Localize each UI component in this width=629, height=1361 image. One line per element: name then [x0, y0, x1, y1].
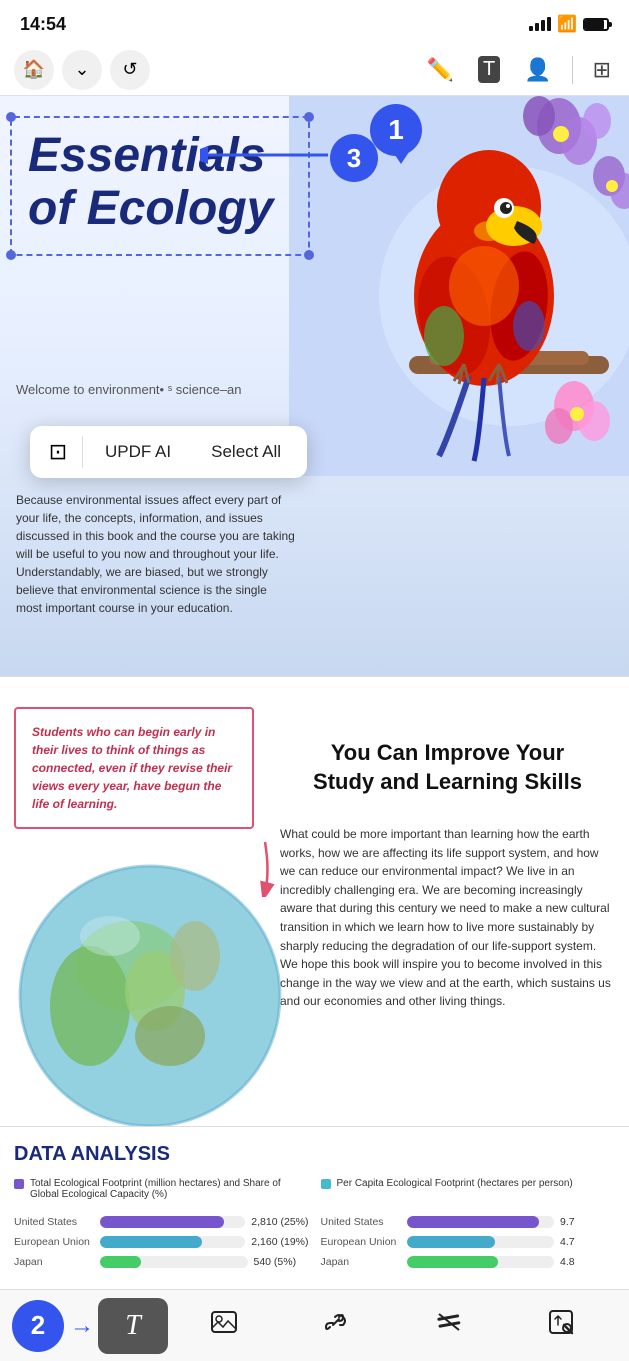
- table-row: Japan 540 (5%): [14, 1256, 309, 1268]
- page-ecology: Essentials of Ecology 3 Welcome to envir…: [0, 96, 629, 676]
- data-col-2: Per Capita Ecological Footprint (hectare…: [321, 1178, 616, 1276]
- select-tool-button[interactable]: [505, 1298, 617, 1354]
- markup-tool-icon: [435, 1308, 463, 1343]
- data-col-1: Total Ecological Footprint (million hect…: [14, 1178, 309, 1276]
- learning-body-text: What could be more important than learni…: [280, 825, 615, 1011]
- data-analysis-title: DATA ANALYSIS: [14, 1143, 615, 1166]
- table-row: European Union 2,160 (19%): [14, 1236, 309, 1248]
- text-tool-button[interactable]: T: [98, 1298, 168, 1354]
- signal-icon: [529, 17, 551, 31]
- context-menu: ⊡ UPDF AI Select All: [30, 426, 307, 478]
- main-toolbar: 🏠 ⌄ ↺ ✏️ T 👤 ⊞: [0, 44, 629, 96]
- ocr-icon: ⊡: [49, 439, 67, 465]
- grid-icon: ⊞: [593, 57, 611, 83]
- bar-fill: [100, 1236, 202, 1248]
- title-selection-box: Essentials of Ecology: [10, 116, 310, 256]
- bubble-1-arrow: [393, 152, 409, 164]
- quote-text: Students who can begin early in their li…: [32, 723, 236, 813]
- wifi-icon: 📶: [557, 14, 577, 34]
- arrow-right-icon: →: [70, 1312, 94, 1340]
- bar-fill: [407, 1256, 498, 1268]
- text-select-icon: T: [478, 56, 500, 83]
- chevron-down-icon: ⌄: [74, 59, 89, 80]
- share-button[interactable]: 👤: [520, 53, 555, 87]
- bar-container: [407, 1216, 555, 1228]
- pen-tool-button[interactable]: ✏️: [423, 53, 458, 87]
- bar-container: [407, 1236, 555, 1248]
- table-row: United States 2,810 (25%): [14, 1216, 309, 1228]
- undo-icon: ↺: [122, 59, 137, 80]
- col1-legend-dot: [14, 1179, 24, 1189]
- share-icon: 👤: [524, 57, 551, 83]
- bar-container: [100, 1216, 245, 1228]
- bar-fill: [407, 1216, 540, 1228]
- ecology-body-text: Because environmental issues affect ever…: [16, 491, 296, 617]
- battery-icon: [583, 18, 609, 31]
- bar-container: [100, 1256, 248, 1268]
- content-area: 1: [0, 96, 629, 1321]
- image-tool-button[interactable]: [168, 1298, 280, 1354]
- back-button[interactable]: ↺: [110, 50, 150, 90]
- status-icons: 📶: [529, 14, 609, 34]
- link-tool-button[interactable]: [280, 1298, 392, 1354]
- bar-fill: [100, 1216, 224, 1228]
- context-menu-divider: [82, 436, 83, 468]
- table-row: European Union 4.7: [321, 1236, 616, 1248]
- status-bar: 14:54 📶: [0, 0, 629, 44]
- data-columns: Total Ecological Footprint (million hect…: [14, 1178, 615, 1276]
- col1-header: Total Ecological Footprint (million hect…: [14, 1178, 309, 1208]
- selection-handle-tr[interactable]: [304, 112, 314, 122]
- select-tool-icon: [547, 1308, 575, 1343]
- toolbar-right: ✏️ T 👤 ⊞: [423, 52, 615, 87]
- text-tool-icon: T: [125, 1310, 141, 1342]
- grid-button[interactable]: ⊞: [589, 53, 615, 87]
- pen-icon: ✏️: [427, 57, 454, 83]
- select-all-button[interactable]: Select All: [193, 436, 299, 468]
- updf-ai-button[interactable]: UPDF AI: [87, 436, 189, 468]
- annotation-arrow-3: [200, 140, 340, 170]
- learning-heading: You Can Improve Your Study and Learning …: [280, 739, 615, 796]
- markup-tool-button[interactable]: [393, 1298, 505, 1354]
- bar-container: [407, 1256, 555, 1268]
- welcome-text: Welcome to environment• ˢ science–an: [16, 382, 242, 397]
- selection-handle-bl[interactable]: [6, 250, 16, 260]
- home-icon: 🏠: [23, 59, 45, 80]
- page-learning: Students who can begin early in their li…: [0, 676, 629, 1126]
- status-time: 14:54: [20, 14, 66, 35]
- quote-box: Students who can begin early in their li…: [14, 707, 254, 829]
- bar-fill: [100, 1256, 141, 1268]
- selection-handle-tl[interactable]: [6, 112, 16, 122]
- col2-legend-dot: [321, 1179, 331, 1189]
- home-button[interactable]: 🏠: [14, 50, 54, 90]
- text-select-button[interactable]: T: [474, 52, 504, 87]
- ocr-button[interactable]: ⊡: [38, 432, 78, 472]
- table-row: Japan 4.8: [321, 1256, 616, 1268]
- bar-fill: [407, 1236, 496, 1248]
- dropdown-button[interactable]: ⌄: [62, 50, 102, 90]
- toolbar-divider: [572, 56, 573, 84]
- annotation-bubble-1: 1: [370, 104, 422, 156]
- bar-container: [100, 1236, 245, 1248]
- quote-arrow: [245, 837, 295, 897]
- image-tool-icon: [210, 1308, 238, 1343]
- col2-header: Per Capita Ecological Footprint (hectare…: [321, 1178, 616, 1208]
- bottom-toolbar: 2 → T: [0, 1289, 629, 1361]
- annotation-bubble-2: 2: [12, 1300, 64, 1352]
- selection-handle-br[interactable]: [304, 250, 314, 260]
- table-row: United States 9.7: [321, 1216, 616, 1228]
- link-tool-icon: [322, 1308, 350, 1343]
- page-data-analysis: DATA ANALYSIS Total Ecological Footprint…: [0, 1126, 629, 1276]
